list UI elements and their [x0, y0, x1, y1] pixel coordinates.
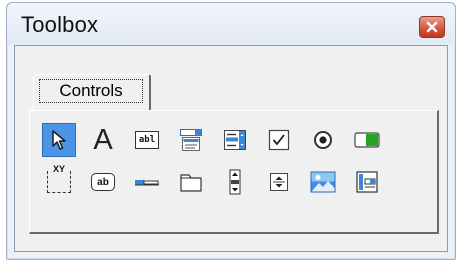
listbox-tool[interactable]	[218, 123, 252, 157]
controls-panel: A abl XY ab	[29, 110, 439, 234]
toggle-button-tool[interactable]	[350, 123, 384, 157]
select-objects-tool[interactable]	[42, 123, 76, 157]
listbox-icon	[224, 130, 246, 150]
tab-controls[interactable]: Controls	[33, 74, 151, 110]
textbox-icon-text: abl	[138, 135, 156, 145]
tabstrip-tool[interactable]	[130, 165, 164, 199]
checkbox-tool[interactable]	[262, 123, 296, 157]
refedit-tool[interactable]	[350, 165, 384, 199]
command-button-icon: ab	[91, 173, 115, 191]
textbox-tool[interactable]: abl	[130, 123, 164, 157]
close-button[interactable]	[419, 16, 445, 38]
label-tool[interactable]: A	[86, 123, 120, 157]
textbox-icon: abl	[135, 131, 159, 149]
tabstrip-icon	[135, 180, 159, 186]
scrollbar-icon	[229, 169, 241, 195]
scrollbar-tool[interactable]	[218, 165, 252, 199]
combobox-tool[interactable]	[174, 123, 208, 157]
toggle-button-icon	[354, 132, 380, 148]
option-button-icon	[314, 131, 332, 149]
toolbox-window: Toolbox Controls A abl XY ab	[6, 2, 456, 260]
tab-controls-label: Controls	[39, 79, 143, 103]
command-button-icon-text: ab	[97, 176, 109, 188]
command-button-tool[interactable]: ab	[86, 165, 120, 199]
toolbox-client: Controls A abl XY ab	[14, 45, 448, 252]
image-icon	[310, 171, 336, 193]
frame-icon: XY	[47, 164, 71, 193]
spinbutton-icon	[270, 173, 288, 191]
spinbutton-tool[interactable]	[262, 165, 296, 199]
title-bar[interactable]: Toolbox	[7, 3, 455, 45]
multipage-tool[interactable]	[174, 165, 208, 199]
window-title: Toolbox	[21, 12, 99, 37]
frame-tool[interactable]: XY	[42, 164, 76, 199]
select-objects-icon	[52, 130, 66, 150]
refedit-icon	[356, 171, 378, 193]
option-button-tool[interactable]	[306, 123, 340, 157]
multipage-icon	[180, 174, 202, 192]
close-icon	[426, 21, 438, 33]
checkbox-icon	[268, 129, 290, 151]
combobox-icon	[180, 129, 202, 151]
image-tool[interactable]	[306, 165, 340, 199]
frame-icon-text: XY	[52, 164, 67, 174]
label-icon: A	[93, 123, 113, 156]
